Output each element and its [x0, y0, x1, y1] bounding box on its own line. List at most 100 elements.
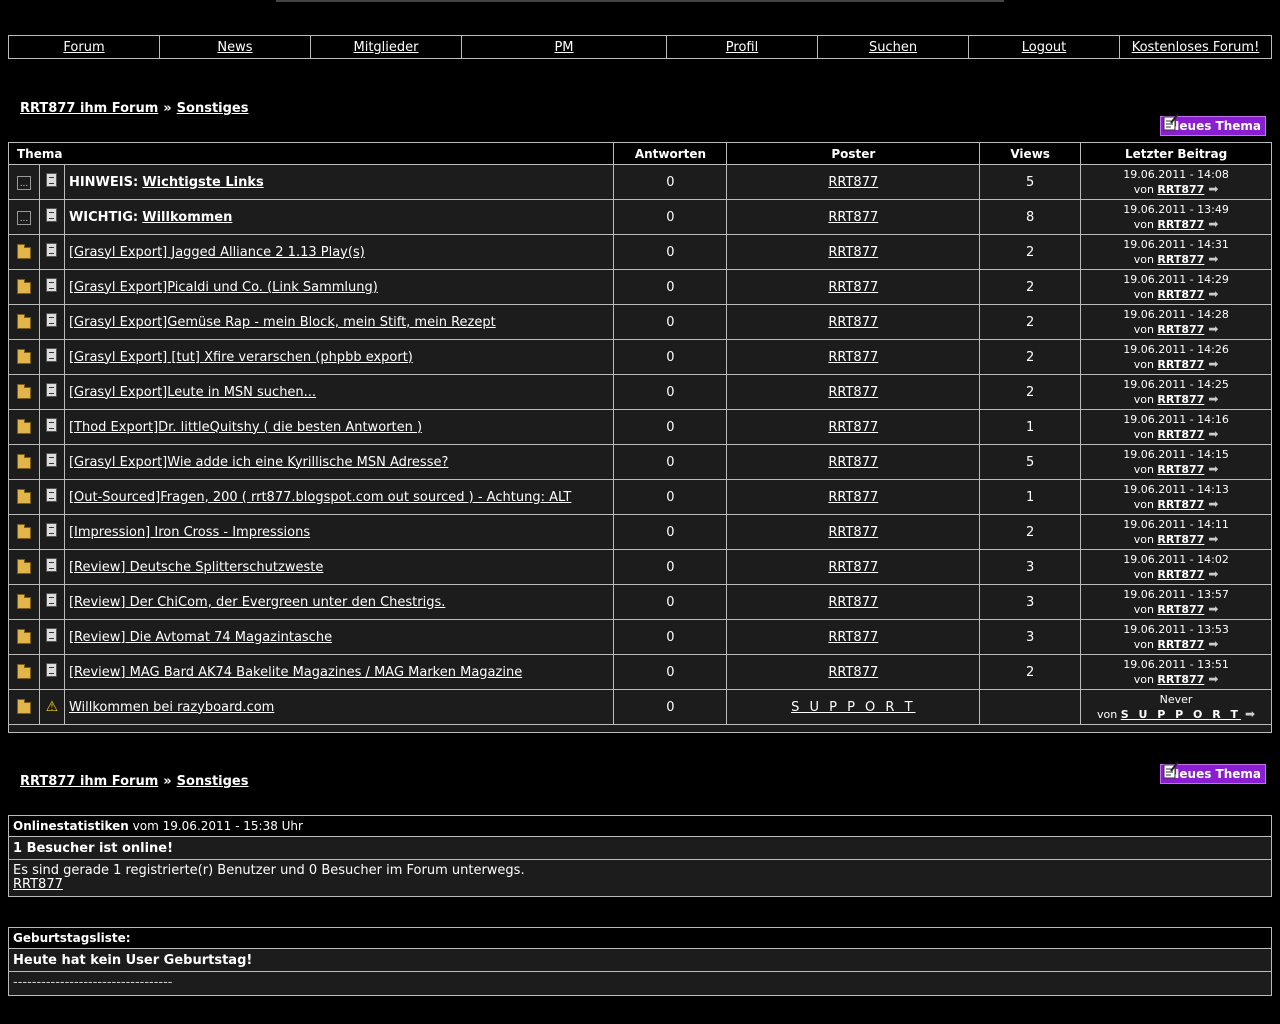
topic-link[interactable]: [Review] Deutsche Splitterschutzweste	[69, 560, 323, 575]
poster-link[interactable]: RRT877	[828, 280, 878, 295]
poster-link[interactable]: RRT877	[828, 630, 878, 645]
last-post-author[interactable]: RRT877	[1157, 393, 1204, 406]
goto-last-post-icon[interactable]: ➡	[1245, 707, 1255, 721]
goto-last-post-icon[interactable]: ➡	[1208, 392, 1218, 406]
last-post-author[interactable]: RRT877	[1157, 323, 1204, 336]
goto-last-post-icon[interactable]: ➡	[1208, 567, 1218, 581]
nav-pm-link[interactable]: PM	[554, 40, 573, 55]
last-post-author[interactable]: RRT877	[1157, 183, 1204, 196]
nav-news[interactable]: News	[160, 36, 311, 58]
poster-link[interactable]: RRT877	[828, 210, 878, 225]
topic-link[interactable]: [Out-Sourced]Fragen, 200 ( rrt877.blogsp…	[69, 490, 571, 505]
goto-last-post-icon[interactable]: ➡	[1208, 637, 1218, 651]
folder-icon	[16, 419, 31, 434]
nav-profile[interactable]: Profil	[667, 36, 818, 58]
last-post-author[interactable]: RRT877	[1157, 603, 1204, 616]
nav-logout[interactable]: Logout	[969, 36, 1120, 58]
breadcrumb-forum[interactable]: RRT877 ihm Forum	[20, 101, 158, 116]
poster-link[interactable]: RRT877	[828, 350, 878, 365]
nav-pm[interactable]: PM	[462, 36, 667, 58]
topic-type-cell	[38, 409, 65, 445]
last-post-author[interactable]: RRT877	[1157, 358, 1204, 371]
last-post-author[interactable]: RRT877	[1157, 463, 1204, 476]
poster-link[interactable]: RRT877	[828, 315, 878, 330]
topic-link[interactable]: [Grasyl Export]Picaldi und Co. (Link Sam…	[69, 280, 378, 295]
poster-link[interactable]: RRT877	[828, 455, 878, 470]
nav-logout-link[interactable]: Logout	[1022, 40, 1067, 55]
nav-profile-link[interactable]: Profil	[726, 40, 758, 55]
breadcrumb-section[interactable]: Sonstiges	[177, 774, 249, 789]
folder-icon	[16, 489, 31, 504]
goto-last-post-icon[interactable]: ➡	[1208, 182, 1218, 196]
poster-link[interactable]: RRT877	[828, 245, 878, 260]
topic-link[interactable]: Wichtigste Links	[142, 175, 263, 190]
topic-link[interactable]: Willkommen	[142, 210, 232, 225]
poster-link[interactable]: RRT877	[828, 560, 878, 575]
topic-link[interactable]: [Grasyl Export] [tut] Xfire verarschen (…	[69, 350, 413, 365]
new-topic-button[interactable]: Neues Thema	[1160, 113, 1266, 136]
topic-link[interactable]: [Review] Die Avtomat 74 Magazintasche	[69, 630, 332, 645]
nav-free-forum[interactable]: Kostenloses Forum!	[1120, 36, 1271, 58]
goto-last-post-icon[interactable]: ➡	[1208, 357, 1218, 371]
nav-forum-link[interactable]: Forum	[63, 40, 104, 55]
last-post-author[interactable]: RRT877	[1157, 568, 1204, 581]
last-post-author[interactable]: RRT877	[1157, 673, 1204, 686]
poster-link[interactable]: RRT877	[828, 175, 878, 190]
topic-cell: [Grasyl Export]Leute in MSN suchen...	[63, 374, 615, 410]
goto-last-post-icon[interactable]: ➡	[1208, 672, 1218, 686]
topic-link[interactable]: [Review] Der ChiCom, der Evergreen unter…	[69, 595, 445, 610]
breadcrumb-separator: »	[163, 101, 172, 116]
topic-link[interactable]: [Grasyl Export]Wie adde ich eine Kyrilli…	[69, 455, 448, 470]
nav-free-forum-link[interactable]: Kostenloses Forum!	[1132, 40, 1260, 55]
topic-link[interactable]: [Review] MAG Bard AK74 Bakelite Magazine…	[69, 665, 522, 680]
topic-link[interactable]: [Grasyl Export]Gemüse Rap - mein Block, …	[69, 315, 496, 330]
poster-link[interactable]: RRT877	[828, 525, 878, 540]
poster-link[interactable]: RRT877	[828, 385, 878, 400]
goto-last-post-icon[interactable]: ➡	[1208, 427, 1218, 441]
nav-forum[interactable]: Forum	[9, 36, 160, 58]
last-post-author[interactable]: RRT877	[1157, 533, 1204, 546]
replies-cell: 0	[613, 374, 728, 410]
last-post-author[interactable]: RRT877	[1157, 498, 1204, 511]
last-post-author[interactable]: RRT877	[1157, 218, 1204, 231]
poster-link[interactable]: RRT877	[828, 665, 878, 680]
goto-last-post-icon[interactable]: ➡	[1208, 462, 1218, 476]
poster-link[interactable]: RRT877	[828, 420, 878, 435]
topic-link[interactable]: [Grasyl Export] Jagged Alliance 2 1.13 P…	[69, 245, 365, 260]
folder-icon	[16, 559, 31, 574]
goto-last-post-icon[interactable]: ➡	[1208, 252, 1218, 266]
nav-search[interactable]: Suchen	[818, 36, 969, 58]
topic-link[interactable]: Willkommen bei razyboard.com	[69, 700, 274, 715]
online-user-link[interactable]: RRT877	[13, 877, 63, 892]
poster-cell: RRT877	[726, 479, 981, 515]
goto-last-post-icon[interactable]: ➡	[1208, 532, 1218, 546]
nav-search-link[interactable]: Suchen	[869, 40, 917, 55]
goto-last-post-icon[interactable]: ➡	[1208, 322, 1218, 336]
nav-members[interactable]: Mitglieder	[311, 36, 462, 58]
nav-news-link[interactable]: News	[217, 40, 252, 55]
last-post-author[interactable]: RRT877	[1157, 638, 1204, 651]
goto-last-post-icon[interactable]: ➡	[1208, 217, 1218, 231]
goto-last-post-icon[interactable]: ➡	[1208, 602, 1218, 616]
last-post-author[interactable]: S U P P O R T	[1121, 708, 1241, 721]
views-cell: 2	[979, 374, 1082, 410]
last-post-author[interactable]: RRT877	[1157, 253, 1204, 266]
poster-link[interactable]: S U P P O R T	[791, 700, 915, 715]
new-topic-label: Neues Thema	[1169, 767, 1261, 781]
new-topic-button-bottom[interactable]: Neues Thema	[1160, 761, 1266, 784]
goto-last-post-icon[interactable]: ➡	[1208, 497, 1218, 511]
last-post-author[interactable]: RRT877	[1157, 288, 1204, 301]
last-post-author[interactable]: RRT877	[1157, 428, 1204, 441]
poster-link[interactable]: RRT877	[828, 595, 878, 610]
topic-link[interactable]: [Thod Export]Dr. littleQuitshy ( die bes…	[69, 420, 422, 435]
topic-cell: HINWEIS: Wichtigste Links	[63, 164, 615, 200]
nav-members-link[interactable]: Mitglieder	[354, 40, 419, 55]
replies-cell: 0	[613, 444, 728, 480]
topic-link[interactable]: [Grasyl Export]Leute in MSN suchen...	[69, 385, 316, 400]
folder-icon	[16, 629, 31, 644]
breadcrumb-forum[interactable]: RRT877 ihm Forum	[20, 774, 158, 789]
topic-link[interactable]: [Impression] Iron Cross - Impressions	[69, 525, 310, 540]
breadcrumb-section[interactable]: Sonstiges	[177, 101, 249, 116]
poster-link[interactable]: RRT877	[828, 490, 878, 505]
goto-last-post-icon[interactable]: ➡	[1208, 287, 1218, 301]
